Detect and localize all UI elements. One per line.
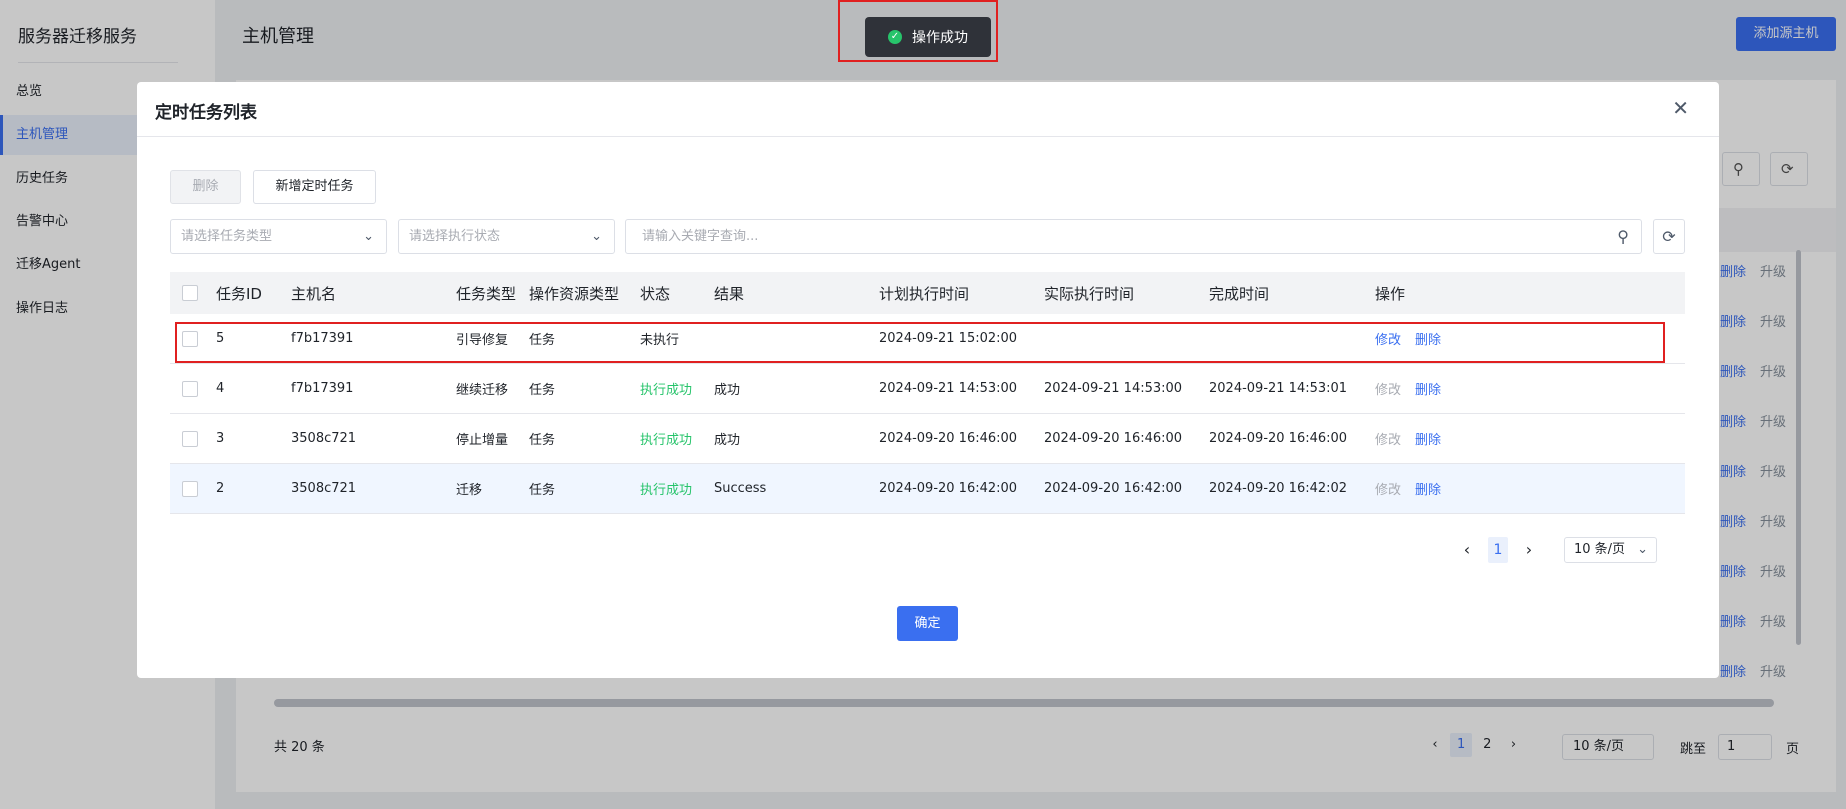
add-scheduled-task-button[interactable]: 新增定时任务 (253, 170, 376, 204)
keyword-search-input[interactable]: 请输入关键字查询... ⚲ (625, 219, 1642, 254)
cell-result: 成功 (714, 433, 741, 448)
cell-actions: 修改 删除 (1375, 464, 1441, 513)
cell-resource-type: 任务 (529, 483, 556, 498)
cell-result: 成功 (714, 383, 741, 398)
cell-finished-time: 2024-09-20 16:42:02 (1209, 481, 1348, 496)
cell-actual-time: 2024-09-20 16:46:00 (1044, 431, 1183, 446)
edit-link[interactable]: 修改 (1375, 429, 1401, 448)
delete-link[interactable]: 删除 (1415, 479, 1441, 498)
row-checkbox[interactable] (182, 430, 198, 447)
task-type-placeholder: 请选择任务类型 (181, 229, 273, 244)
col-task-type: 任务类型 (456, 284, 517, 303)
edit-link[interactable]: 修改 (1375, 379, 1401, 398)
close-icon[interactable]: ✕ (1672, 96, 1689, 120)
table-row[interactable]: 4 f7b17391 继续迁移 任务 执行成功 成功 2024-09-21 14:53:00… (170, 364, 1685, 414)
col-result: 结果 (714, 284, 745, 303)
exec-status-placeholder: 请选择执行状态 (409, 229, 501, 244)
confirm-button[interactable]: 确定 (897, 606, 958, 641)
col-actual-time: 实际执行时间 (1044, 284, 1135, 303)
cell-actions: 修改 删除 (1375, 364, 1441, 413)
cell-finished-time: 2024-09-20 16:46:00 (1209, 431, 1348, 446)
col-status: 状态 (640, 284, 671, 303)
col-finished-time: 完成时间 (1209, 284, 1270, 303)
search-icon[interactable]: ⚲ (1617, 220, 1629, 253)
cell-actual-time: 2024-09-20 16:42:00 (1044, 481, 1183, 496)
delete-button[interactable]: 删除 (170, 170, 241, 204)
page-1[interactable]: 1 (1488, 537, 1508, 563)
cell-planned-time: 2024-09-20 16:46:00 (879, 431, 1018, 446)
row-checkbox[interactable] (182, 480, 198, 497)
chevron-down-icon: ⌄ (591, 229, 602, 244)
table-header: 任务ID 主机名 任务类型 操作资源类型 状态 结果 计划执行时间 实际执行时间… (170, 272, 1685, 314)
col-actions: 操作 (1375, 284, 1406, 303)
cell-host-name: f7b17391 (291, 381, 354, 396)
cell-task-id: 3 (216, 431, 225, 446)
cell-result: Success (714, 481, 767, 496)
col-resource-type: 操作资源类型 (529, 284, 620, 303)
cell-status: 执行成功 (640, 433, 693, 448)
cell-host-name: 3508c721 (291, 481, 357, 496)
cell-task-type: 继续迁移 (456, 383, 509, 398)
task-type-select[interactable]: 请选择任务类型 ⌄ (170, 219, 387, 254)
cell-planned-time: 2024-09-21 14:53:00 (879, 381, 1018, 396)
dialog-header: 定时任务列表 ✕ (137, 82, 1719, 137)
cell-actions: 修改 删除 (1375, 414, 1441, 463)
scheduled-task-dialog: 定时任务列表 ✕ 删除 新增定时任务 请选择任务类型 ⌄ 请选择执行状态 ⌄ 请… (137, 82, 1719, 678)
scheduled-task-table: 任务ID 主机名 任务类型 操作资源类型 状态 结果 计划执行时间 实际执行时间… (170, 272, 1685, 514)
page-size-select[interactable]: 10 条/页 ⌄ (1564, 537, 1657, 563)
delete-link[interactable]: 删除 (1415, 429, 1441, 448)
cell-task-type: 停止增量 (456, 433, 509, 448)
refresh-button[interactable]: ⟳ (1653, 219, 1685, 254)
cell-status: 执行成功 (640, 383, 693, 398)
table-row[interactable]: 2 3508c721 迁移 任务 执行成功 Success 2024-09-20 16:42… (170, 464, 1685, 514)
table-row[interactable]: 3 3508c721 停止增量 任务 执行成功 成功 2024-09-20 16:46:00… (170, 414, 1685, 464)
cell-task-id: 2 (216, 481, 225, 496)
cell-status: 执行成功 (640, 483, 693, 498)
col-task-id: 任务ID (216, 284, 262, 303)
row-highlight-box (175, 322, 1665, 363)
dialog-title: 定时任务列表 (155, 103, 257, 123)
refresh-icon: ⟳ (1662, 227, 1676, 246)
cell-task-type: 迁移 (456, 483, 483, 498)
chevron-down-icon: ⌄ (1637, 542, 1648, 557)
cell-host-name: 3508c721 (291, 431, 357, 446)
exec-status-select[interactable]: 请选择执行状态 ⌄ (398, 219, 615, 254)
delete-link[interactable]: 删除 (1415, 379, 1441, 398)
col-host-name: 主机名 (291, 284, 337, 303)
cell-actual-time: 2024-09-21 14:53:00 (1044, 381, 1183, 396)
toast-highlight-box (838, 0, 998, 62)
col-planned-time: 计划执行时间 (879, 284, 970, 303)
next-page-icon[interactable]: › (1519, 537, 1539, 563)
cell-resource-type: 任务 (529, 383, 556, 398)
row-checkbox[interactable] (182, 380, 198, 397)
prev-page-icon[interactable]: ‹ (1457, 537, 1477, 563)
search-placeholder: 请输入关键字查询... (642, 229, 759, 244)
cell-planned-time: 2024-09-20 16:42:00 (879, 481, 1018, 496)
edit-link[interactable]: 修改 (1375, 479, 1401, 498)
cell-finished-time: 2024-09-21 14:53:01 (1209, 381, 1348, 396)
chevron-down-icon: ⌄ (363, 229, 374, 244)
cell-task-id: 4 (216, 381, 225, 396)
page-size-value: 10 条/页 (1574, 542, 1626, 557)
select-all-checkbox[interactable] (182, 285, 198, 301)
cell-resource-type: 任务 (529, 433, 556, 448)
